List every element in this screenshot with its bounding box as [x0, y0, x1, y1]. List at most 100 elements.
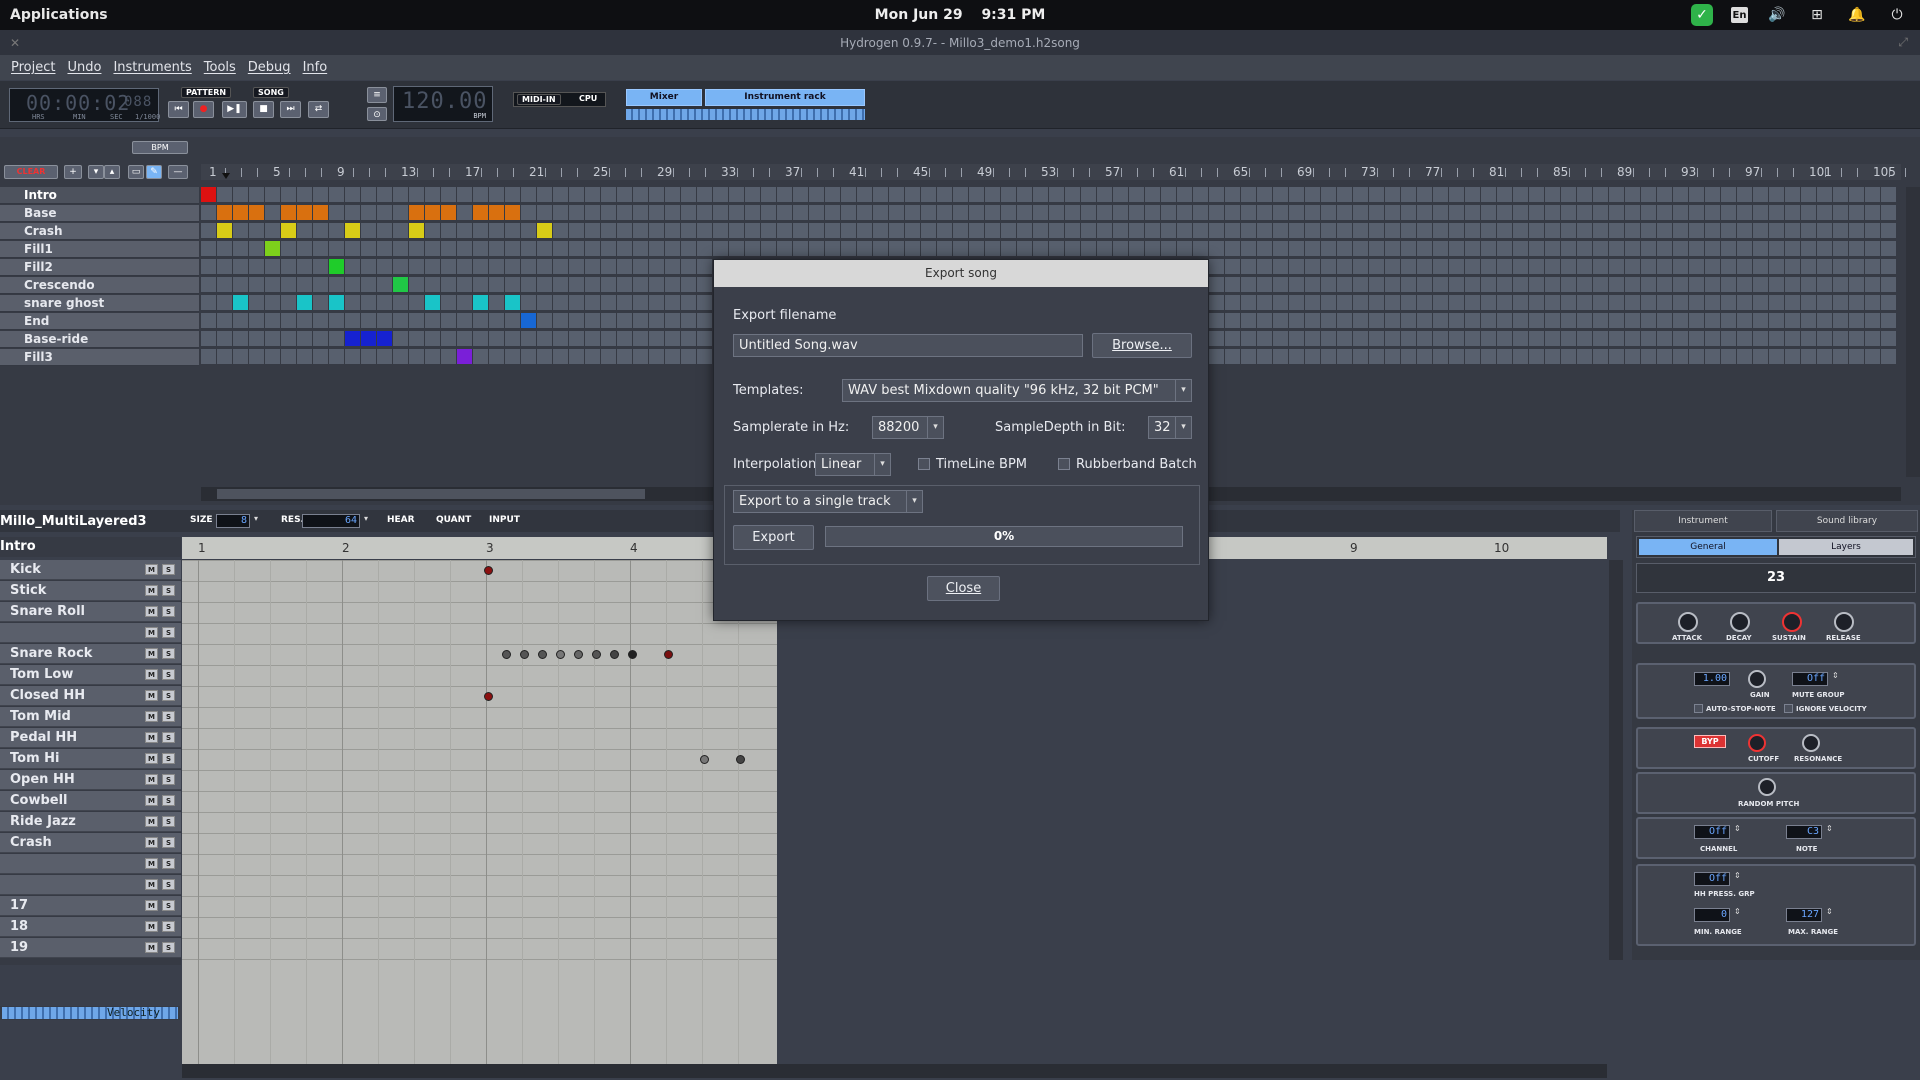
song-pattern-cell[interactable] — [1689, 241, 1704, 256]
song-pattern-cell[interactable] — [1369, 187, 1384, 202]
instrument-row[interactable]: Tom Mid M S — [0, 707, 181, 727]
attack-knob[interactable] — [1678, 612, 1698, 632]
song-pattern-cell[interactable] — [617, 349, 632, 364]
song-pattern-cell[interactable] — [1353, 205, 1368, 220]
song-pattern-cell[interactable] — [281, 295, 296, 310]
browse-button[interactable]: Browse... — [1092, 333, 1192, 358]
song-pattern-cell[interactable] — [377, 295, 392, 310]
song-pattern-cell[interactable] — [569, 187, 584, 202]
song-pattern-cell[interactable] — [905, 205, 920, 220]
song-pattern-cell[interactable] — [1209, 223, 1224, 238]
song-pattern-cell[interactable] — [1209, 277, 1224, 292]
song-pattern-cell[interactable] — [601, 187, 616, 202]
song-pattern-cell[interactable] — [617, 241, 632, 256]
song-pattern-cell[interactable] — [1689, 277, 1704, 292]
song-pattern-cell[interactable] — [1785, 259, 1800, 274]
song-pattern-cell[interactable] — [1545, 259, 1560, 274]
song-pattern-cell[interactable] — [201, 205, 216, 220]
song-pattern-cell[interactable] — [1305, 277, 1320, 292]
song-pattern-cell[interactable] — [1241, 187, 1256, 202]
song-pattern-cell[interactable] — [1737, 241, 1752, 256]
song-pattern-cell[interactable] — [569, 259, 584, 274]
song-pattern-cell[interactable] — [1673, 259, 1688, 274]
song-pattern-cell[interactable] — [1289, 331, 1304, 346]
song-pattern-cell[interactable] — [1433, 187, 1448, 202]
pattern-row[interactable]: Base-ride — [0, 331, 199, 348]
song-pattern-cell[interactable] — [1785, 331, 1800, 346]
song-pattern-cell[interactable] — [217, 313, 232, 328]
tab-layers[interactable]: Layers — [1779, 539, 1913, 555]
pattern-row[interactable]: Intro — [0, 187, 199, 204]
song-pattern-cell[interactable] — [585, 295, 600, 310]
pattern-note[interactable] — [502, 650, 511, 659]
song-pattern-cell[interactable] — [1625, 259, 1640, 274]
song-pattern-cell[interactable] — [1833, 187, 1848, 202]
song-pattern-cell[interactable] — [1737, 295, 1752, 310]
song-pattern-cell[interactable] — [649, 277, 664, 292]
clear-button[interactable]: CLEAR — [4, 165, 58, 179]
song-pattern-cell[interactable] — [873, 205, 888, 220]
song-pattern-cell[interactable] — [1625, 349, 1640, 364]
song-pattern-cell[interactable] — [1385, 259, 1400, 274]
song-pattern-cell[interactable] — [1497, 295, 1512, 310]
song-pattern-cell[interactable] — [345, 187, 360, 202]
song-pattern-cell[interactable] — [537, 313, 552, 328]
song-pattern-cell[interactable] — [1849, 295, 1864, 310]
solo-button[interactable]: S — [162, 606, 175, 617]
song-pattern-cell[interactable] — [681, 187, 696, 202]
mute-button[interactable]: M — [145, 669, 158, 680]
song-pattern-cell[interactable] — [1737, 223, 1752, 238]
song-pattern-cell[interactable] — [457, 259, 472, 274]
song-pattern-cell[interactable] — [1657, 259, 1672, 274]
song-pattern-cell[interactable] — [1657, 205, 1672, 220]
shield-check-icon[interactable]: ✓ — [1691, 4, 1713, 26]
maximize-window-icon[interactable]: ⤢ — [1898, 35, 1908, 50]
song-pattern-cell[interactable] — [313, 241, 328, 256]
mute-button[interactable]: M — [145, 690, 158, 701]
samplerate-select[interactable]: 88200 ▾ — [872, 416, 944, 439]
song-pattern-cell[interactable] — [1817, 223, 1832, 238]
song-pattern-cell[interactable] — [761, 223, 776, 238]
song-pattern-cell[interactable] — [1417, 313, 1432, 328]
song-pattern-cell[interactable] — [1129, 205, 1144, 220]
song-pattern-cell[interactable] — [601, 205, 616, 220]
song-pattern-cell[interactable] — [1257, 331, 1272, 346]
pattern-row[interactable]: Fill2 — [0, 259, 199, 276]
song-pattern-cell[interactable] — [569, 349, 584, 364]
song-pattern-cell[interactable] — [377, 349, 392, 364]
song-pattern-cell[interactable] — [921, 187, 936, 202]
bpm-timeline-button[interactable]: BPM — [132, 141, 188, 154]
song-pattern-cell[interactable] — [745, 187, 760, 202]
song-pattern-cell[interactable] — [1529, 205, 1544, 220]
pattern-mode-button[interactable]: PATTERN — [181, 87, 232, 98]
song-pattern-cell[interactable] — [377, 205, 392, 220]
song-pattern-cell[interactable] — [361, 295, 376, 310]
song-pattern-cell[interactable] — [1129, 223, 1144, 238]
song-pattern-cell[interactable] — [857, 205, 872, 220]
song-pattern-cell[interactable] — [1209, 313, 1224, 328]
song-pattern-cell[interactable] — [425, 349, 440, 364]
song-pattern-cell[interactable] — [1529, 295, 1544, 310]
song-pattern-cell[interactable] — [1737, 259, 1752, 274]
song-pattern-cell[interactable] — [1593, 331, 1608, 346]
song-pattern-cell[interactable] — [1625, 277, 1640, 292]
song-pattern-cell[interactable] — [1785, 277, 1800, 292]
song-pattern-cell[interactable] — [1113, 187, 1128, 202]
song-pattern-cell[interactable] — [809, 205, 824, 220]
song-pattern-cell[interactable] — [1257, 223, 1272, 238]
song-pattern-cell[interactable] — [1465, 187, 1480, 202]
song-pattern-cell[interactable] — [1353, 295, 1368, 310]
instrument-row[interactable]: Crash M S — [0, 833, 181, 853]
song-pattern-cell[interactable] — [1305, 205, 1320, 220]
song-pattern-cell[interactable] — [553, 331, 568, 346]
song-pattern-cell[interactable] — [1641, 277, 1656, 292]
resolution-dropdown-icon[interactable]: ▾ — [364, 514, 368, 523]
song-pattern-cell[interactable] — [1545, 241, 1560, 256]
song-pattern-cell[interactable] — [361, 277, 376, 292]
song-pattern-cell[interactable] — [1497, 313, 1512, 328]
song-pattern-cell-active[interactable] — [377, 331, 392, 346]
song-pattern-cell[interactable] — [649, 349, 664, 364]
song-pattern-cell[interactable] — [377, 259, 392, 274]
song-pattern-cell[interactable] — [457, 205, 472, 220]
song-pattern-cell[interactable] — [953, 223, 968, 238]
